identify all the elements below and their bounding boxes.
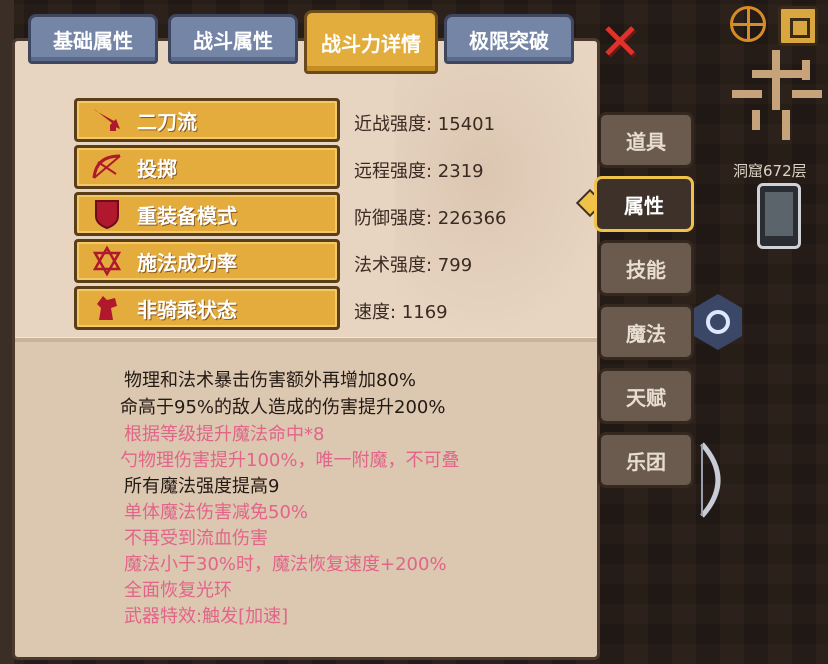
skill-dual-wield-button[interactable]: 二刀流	[74, 98, 340, 142]
skill-label: 非骑乘状态	[137, 297, 237, 322]
defense-strength-value: 防御强度: 226366	[354, 208, 507, 229]
bow-decoration-icon	[700, 442, 721, 518]
side-menu-items[interactable]: 道具	[598, 112, 694, 168]
panel-tabs: 基础属性 战斗属性 战斗力详情 极限突破	[24, 10, 584, 74]
panel-divider	[15, 337, 597, 342]
skill-throw-button[interactable]: 投掷	[74, 145, 340, 189]
melee-strength-value: 近战强度: 15401	[354, 114, 496, 135]
hexagram-icon	[77, 245, 137, 277]
skill-label: 施法成功率	[137, 250, 237, 275]
side-menu-talents[interactable]: 天赋	[598, 368, 694, 424]
effect-line: 魔法小于30%时，魔法恢复速度+200%	[124, 554, 447, 575]
effect-line: 物理和法术暴击伤害额外再增加80%	[124, 370, 417, 391]
globe-icon[interactable]	[730, 6, 766, 42]
exit-icon[interactable]	[778, 6, 818, 46]
tab-combat-attributes[interactable]: 战斗属性	[168, 14, 298, 64]
dungeon-map-icon	[732, 50, 822, 140]
skill-label: 二刀流	[137, 109, 197, 134]
shield-icon	[77, 198, 137, 230]
side-menu-attributes[interactable]: 属性	[594, 176, 694, 232]
effect-line: 所有魔法强度提高9	[124, 476, 280, 497]
speed-value: 速度: 1169	[354, 302, 448, 323]
horse-head-icon	[77, 292, 137, 324]
sword-icon	[77, 105, 137, 135]
side-menu-skills[interactable]: 技能	[598, 240, 694, 296]
skill-unmounted-button[interactable]: 非骑乘状态	[74, 286, 340, 330]
effect-line: 不再受到流血伤害	[124, 528, 268, 549]
phone-icon[interactable]	[757, 183, 801, 249]
skill-heavy-armor-button[interactable]: 重装备模式	[74, 192, 340, 236]
effect-line: 命高于95%的敌人造成的伤害提升200%	[120, 397, 446, 418]
effect-line: 单体魔法伤害减免50%	[124, 502, 309, 523]
skill-label: 重装备模式	[137, 203, 237, 228]
side-menu-band[interactable]: 乐团	[598, 432, 694, 488]
skill-cast-success-button[interactable]: 施法成功率	[74, 239, 340, 283]
bow-icon	[77, 152, 137, 182]
close-icon[interactable]: ✕	[598, 17, 642, 67]
skill-label: 投掷	[137, 156, 177, 181]
side-menu-magic[interactable]: 魔法	[598, 304, 694, 360]
tab-combat-power-details[interactable]: 战斗力详情	[304, 10, 438, 74]
effect-line: 勺物理伤害提升100%，唯一附魔，不可叠	[120, 450, 460, 471]
ranged-strength-value: 远程强度: 2319	[354, 161, 484, 182]
effect-line: 武器特效:触发[加速]	[124, 606, 289, 627]
floor-label: 洞窟672层	[733, 162, 807, 180]
tab-basic-attributes[interactable]: 基础属性	[28, 14, 158, 64]
effect-line: 根据等级提升魔法命中*8	[124, 424, 325, 445]
spell-strength-value: 法术强度: 799	[354, 255, 473, 276]
tab-limit-break[interactable]: 极限突破	[444, 14, 574, 64]
effect-line: 全面恢复光环	[124, 580, 232, 601]
